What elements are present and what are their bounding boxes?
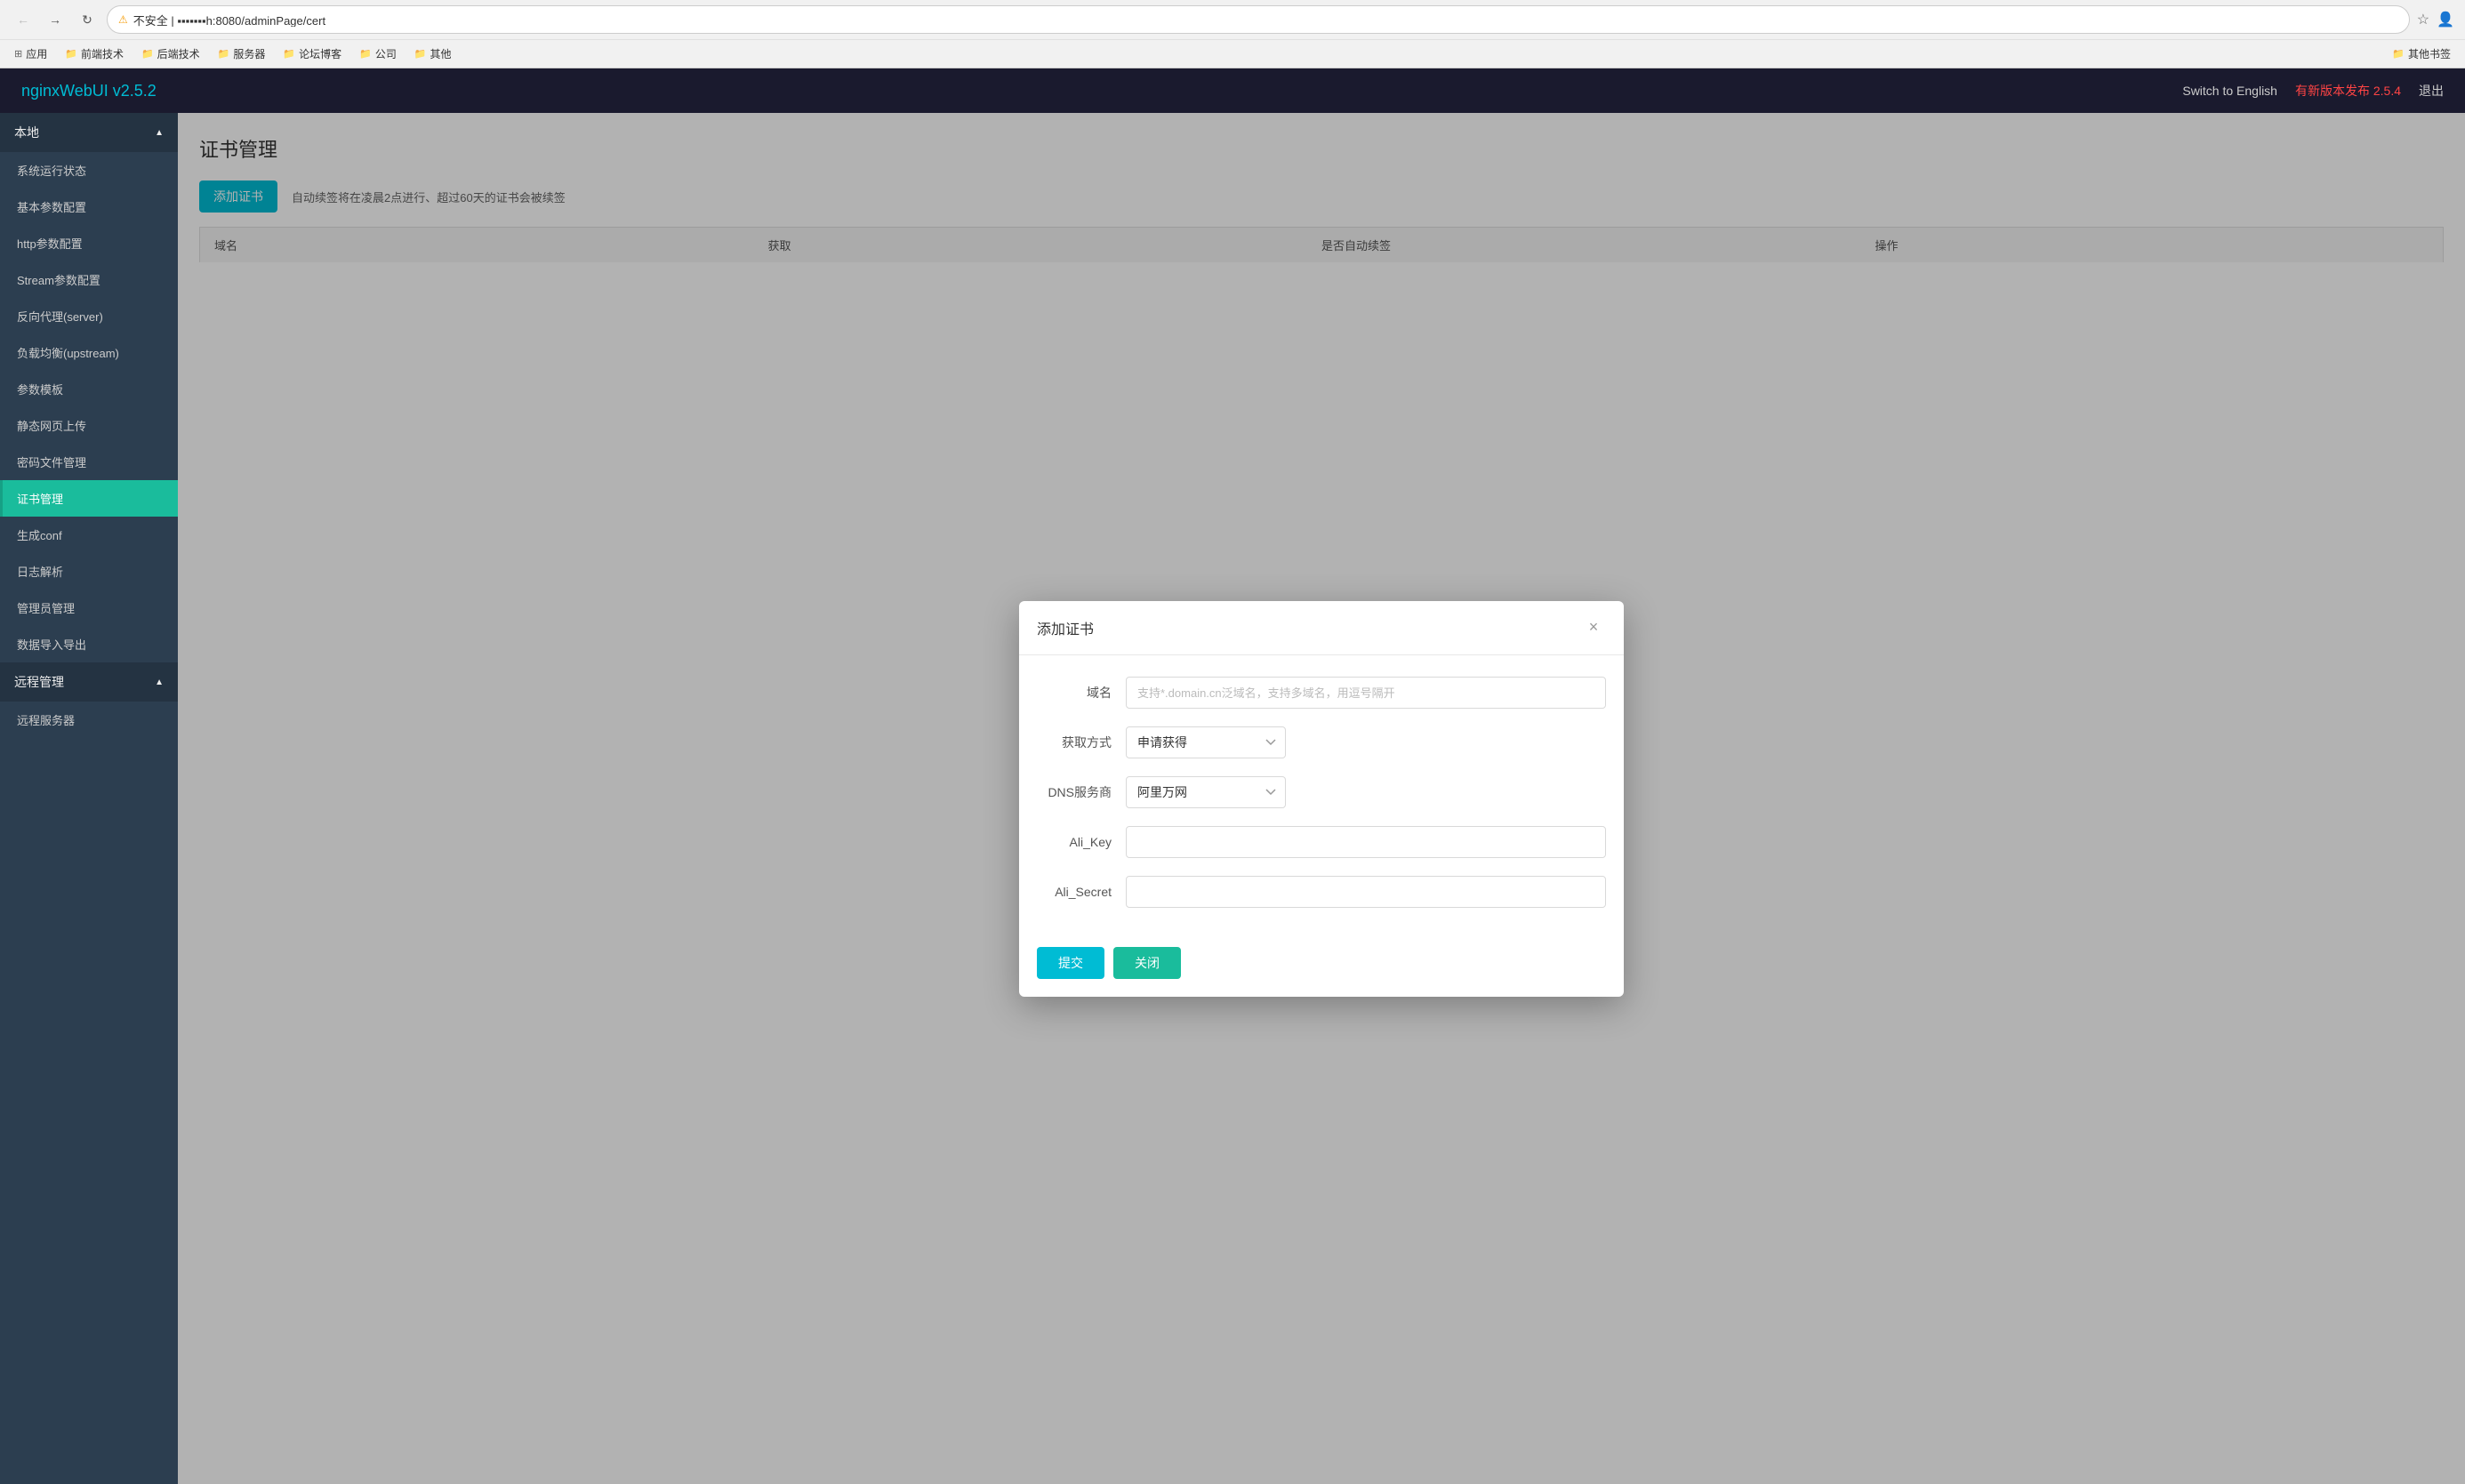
ali-secret-input[interactable]	[1126, 876, 1606, 908]
bookmark-forum[interactable]: 📁 论坛博客	[279, 44, 345, 63]
sidebar-item-http-config[interactable]: http参数配置	[0, 225, 178, 261]
folder-icon-1: 📁	[65, 48, 77, 60]
switch-language-button[interactable]: Switch to English	[2182, 84, 2277, 98]
new-version-notice[interactable]: 有新版本发布 2.5.4	[2295, 82, 2401, 100]
refresh-button[interactable]: ↻	[75, 7, 100, 32]
domain-row: 域名	[1037, 677, 1606, 709]
add-cert-modal: 添加证书 × 域名 获取方式 申请获得	[1019, 601, 1624, 997]
sidebar-item-password-file[interactable]: 密码文件管理	[0, 444, 178, 480]
back-button[interactable]: ←	[11, 7, 36, 32]
modal-title: 添加证书	[1037, 617, 1094, 638]
app-container: nginxWebUI v2.5.2 Switch to English 有新版本…	[0, 68, 2465, 1484]
apps-icon: ⊞	[14, 48, 22, 60]
ali-key-input[interactable]	[1126, 826, 1606, 858]
folder-icon-4: 📁	[283, 48, 295, 60]
sidebar-item-data-import-export[interactable]: 数据导入导出	[0, 626, 178, 662]
close-modal-button[interactable]: 关闭	[1113, 947, 1181, 979]
account-icon[interactable]: 👤	[2437, 11, 2454, 28]
bookmark-star-icon[interactable]: ☆	[2417, 11, 2429, 28]
domain-label: 域名	[1037, 684, 1126, 702]
bookmark-other-books[interactable]: 📁 其他书签	[2389, 44, 2454, 63]
remote-chevron-icon: ▲	[155, 678, 164, 687]
sidebar-item-system-status[interactable]: 系统运行状态	[0, 152, 178, 189]
sidebar: 本地 ▲ 系统运行状态 基本参数配置 http参数配置 Stream参数配置 反…	[0, 113, 178, 1484]
main-layout: 本地 ▲ 系统运行状态 基本参数配置 http参数配置 Stream参数配置 反…	[0, 113, 2465, 1484]
modal-header: 添加证书 ×	[1019, 601, 1624, 655]
address-bar[interactable]	[133, 13, 2398, 27]
modal-body: 域名 获取方式 申请获得 手动上传	[1019, 655, 1624, 943]
sidebar-item-reverse-proxy[interactable]: 反向代理(server)	[0, 298, 178, 334]
logout-button[interactable]: 退出	[2419, 82, 2444, 100]
app-title: nginxWebUI v2.5.2	[21, 82, 157, 100]
modal-footer: 提交 关闭	[1019, 943, 1624, 997]
ali-secret-label: Ali_Secret	[1037, 885, 1126, 899]
folder-icon-6: 📁	[414, 48, 427, 60]
content-area: 证书管理 添加证书 自动续签将在凌晨2点进行、超过60天的证书会被续签 域名 获…	[178, 113, 2465, 1484]
sidebar-item-log-analysis[interactable]: 日志解析	[0, 553, 178, 590]
sidebar-item-load-balance[interactable]: 负载均衡(upstream)	[0, 334, 178, 371]
sidebar-item-generate-conf[interactable]: 生成conf	[0, 517, 178, 553]
sidebar-section-local[interactable]: 本地 ▲	[0, 113, 178, 152]
modal-close-button[interactable]: ×	[1581, 615, 1606, 640]
sidebar-section-remote[interactable]: 远程管理 ▲	[0, 662, 178, 702]
modal-overlay: 添加证书 × 域名 获取方式 申请获得	[178, 113, 2465, 1484]
dns-row: DNS服务商 阿里万网 腾讯云 华为云 其他	[1037, 776, 1606, 808]
dns-select[interactable]: 阿里万网 腾讯云 华为云 其他	[1126, 776, 1286, 808]
ali-secret-row: Ali_Secret	[1037, 876, 1606, 908]
ali-key-label: Ali_Key	[1037, 835, 1126, 849]
bookmark-server[interactable]: 📁 服务器	[214, 44, 269, 63]
security-icon: ⚠	[118, 13, 128, 26]
bookmarks-bar: ⊞ 应用 📁 前端技术 📁 后端技术 📁 服务器 📁 论坛博客 📁 公司 📁 其…	[0, 39, 2465, 68]
method-row: 获取方式 申请获得 手动上传	[1037, 726, 1606, 758]
address-bar-container: ⚠	[107, 5, 2410, 34]
sidebar-item-stream-config[interactable]: Stream参数配置	[0, 261, 178, 298]
app-header: nginxWebUI v2.5.2 Switch to English 有新版本…	[0, 68, 2465, 113]
ali-key-row: Ali_Key	[1037, 826, 1606, 858]
sidebar-item-cert-management[interactable]: 证书管理	[0, 480, 178, 517]
dns-label: DNS服务商	[1037, 783, 1126, 801]
submit-button[interactable]: 提交	[1037, 947, 1104, 979]
header-right: Switch to English 有新版本发布 2.5.4 退出	[2182, 82, 2444, 100]
sidebar-item-remote-server[interactable]: 远程服务器	[0, 702, 178, 738]
browser-toolbar: ← → ↻ ⚠ ☆ 👤	[0, 0, 2465, 39]
sidebar-item-basic-config[interactable]: 基本参数配置	[0, 189, 178, 225]
folder-icon-2: 📁	[141, 48, 154, 60]
method-select[interactable]: 申请获得 手动上传	[1126, 726, 1286, 758]
folder-icon-7: 📁	[2392, 48, 2405, 60]
sidebar-item-param-template[interactable]: 参数模板	[0, 371, 178, 407]
folder-icon-5: 📁	[359, 48, 372, 60]
folder-icon-3: 📁	[218, 48, 230, 60]
domain-input[interactable]	[1126, 677, 1606, 709]
bookmark-frontend[interactable]: 📁 前端技术	[61, 44, 127, 63]
method-label: 获取方式	[1037, 734, 1126, 751]
browser-chrome: ← → ↻ ⚠ ☆ 👤 ⊞ 应用 📁 前端技术 📁 后端技术 📁 服务器 📁 论…	[0, 0, 2465, 68]
bookmark-other[interactable]: 📁 其他	[411, 44, 455, 63]
bookmark-backend[interactable]: 📁 后端技术	[138, 44, 204, 63]
forward-button[interactable]: →	[43, 7, 68, 32]
sidebar-item-admin-management[interactable]: 管理员管理	[0, 590, 178, 626]
local-chevron-icon: ▲	[155, 128, 164, 138]
sidebar-item-static-upload[interactable]: 静态网页上传	[0, 407, 178, 444]
bookmark-apps[interactable]: ⊞ 应用	[11, 44, 51, 63]
bookmark-company[interactable]: 📁 公司	[356, 44, 400, 63]
